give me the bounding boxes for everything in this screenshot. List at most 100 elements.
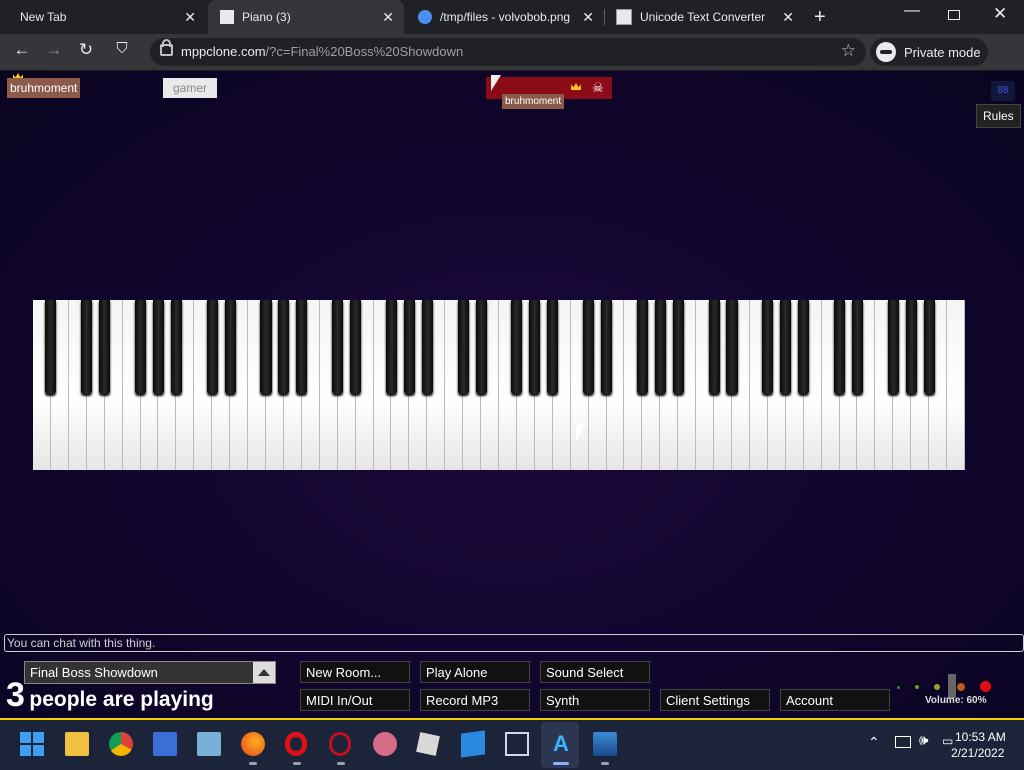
new-room-button[interactable]: New Room... bbox=[300, 661, 410, 683]
black-key[interactable] bbox=[475, 300, 487, 394]
firefox-icon[interactable] bbox=[241, 732, 265, 756]
photos-icon[interactable] bbox=[197, 732, 221, 756]
private-mode-badge[interactable]: Private mode bbox=[870, 38, 988, 66]
paint-icon[interactable] bbox=[373, 732, 397, 756]
black-key[interactable] bbox=[206, 300, 218, 394]
black-key[interactable] bbox=[672, 300, 684, 394]
black-key[interactable] bbox=[152, 300, 164, 394]
black-key[interactable] bbox=[511, 300, 523, 394]
volume-indicator-dot bbox=[915, 685, 919, 689]
play-alone-button[interactable]: Play Alone bbox=[420, 661, 530, 683]
black-key[interactable] bbox=[332, 300, 344, 394]
app-active-indicator bbox=[553, 762, 569, 765]
black-key[interactable] bbox=[780, 300, 792, 394]
address-bar[interactable]: mppclone.com/?c=Final%20Boss%20Showdown … bbox=[150, 38, 866, 66]
mouse-cursor-icon bbox=[576, 424, 586, 441]
clock-time[interactable]: 10:53 AM bbox=[955, 730, 1006, 744]
black-key[interactable] bbox=[224, 300, 236, 394]
new-tab-plus-icon[interactable]: + bbox=[814, 6, 826, 29]
black-key[interactable] bbox=[457, 300, 469, 394]
app-icon[interactable] bbox=[461, 730, 485, 758]
chrome-icon[interactable] bbox=[109, 732, 133, 756]
forward-arrow-icon[interactable]: → bbox=[42, 40, 66, 60]
close-tab-icon[interactable]: ✕ bbox=[582, 9, 594, 26]
tab-separator bbox=[604, 9, 605, 25]
file-explorer-icon[interactable] bbox=[65, 732, 89, 756]
close-tab-icon[interactable]: ✕ bbox=[382, 9, 394, 26]
black-key[interactable] bbox=[350, 300, 362, 394]
bookmark-star-icon[interactable]: ☆ bbox=[841, 41, 856, 61]
restore-icon[interactable] bbox=[948, 10, 960, 20]
record-mp3-button[interactable]: Record MP3 bbox=[420, 689, 530, 711]
white-key[interactable] bbox=[947, 300, 965, 470]
black-key[interactable] bbox=[887, 300, 899, 394]
black-key[interactable] bbox=[296, 300, 308, 394]
opera-icon[interactable] bbox=[285, 732, 307, 756]
close-window-icon[interactable]: ✕ bbox=[993, 4, 1007, 24]
tab-title: /tmp/files - volvobob.png bbox=[440, 10, 571, 24]
volume-indicator-dot bbox=[897, 686, 900, 689]
back-arrow-icon[interactable]: ← bbox=[10, 40, 34, 60]
black-key[interactable] bbox=[134, 300, 147, 394]
url-text[interactable]: mppclone.com/?c=Final%20Boss%20Showdown bbox=[181, 44, 463, 59]
arc-app-icon[interactable]: A bbox=[549, 732, 573, 756]
rules-button[interactable]: Rules bbox=[976, 104, 1021, 128]
black-key[interactable] bbox=[403, 300, 415, 394]
black-key[interactable] bbox=[278, 300, 290, 394]
shield-icon[interactable]: ⛉ bbox=[110, 40, 134, 57]
roblox-icon[interactable] bbox=[416, 732, 440, 756]
minimize-icon[interactable]: — bbox=[904, 2, 920, 20]
synth-button[interactable]: Synth bbox=[540, 689, 650, 711]
black-key[interactable] bbox=[923, 300, 935, 394]
player-tag-gamer[interactable]: gamer bbox=[163, 78, 218, 98]
image-viewer-icon[interactable] bbox=[593, 732, 617, 756]
sound-select-button[interactable]: Sound Select bbox=[540, 661, 650, 683]
speaker-icon[interactable]: 🕪 bbox=[919, 732, 928, 749]
client-settings-button[interactable]: Client Settings bbox=[660, 689, 770, 711]
black-key[interactable] bbox=[529, 300, 541, 394]
tab-title: Piano (3) bbox=[242, 10, 291, 24]
black-key[interactable] bbox=[905, 300, 917, 394]
black-key[interactable] bbox=[798, 300, 810, 394]
black-key[interactable] bbox=[170, 300, 182, 394]
black-key[interactable] bbox=[762, 300, 774, 394]
close-tab-icon[interactable]: ✕ bbox=[782, 9, 794, 26]
black-key[interactable] bbox=[851, 300, 863, 394]
chevron-up-icon[interactable] bbox=[253, 662, 275, 683]
reload-icon[interactable]: ↻ bbox=[74, 40, 98, 60]
tab-tmp-files[interactable]: /tmp/files - volvobob.png ✕ bbox=[406, 0, 602, 34]
display-icon[interactable] bbox=[895, 736, 911, 748]
black-key[interactable] bbox=[260, 300, 272, 394]
clock-date[interactable]: 2/21/2022 bbox=[951, 746, 1004, 760]
black-key[interactable] bbox=[547, 300, 559, 394]
store-icon[interactable] bbox=[153, 732, 177, 756]
black-key[interactable] bbox=[45, 300, 57, 394]
chevron-up-icon[interactable]: ⌃ bbox=[868, 734, 880, 751]
black-key[interactable] bbox=[726, 300, 738, 394]
black-key[interactable] bbox=[708, 300, 720, 394]
tab-piano[interactable]: Piano (3) ✕ bbox=[208, 0, 404, 34]
account-button[interactable]: Account bbox=[780, 689, 890, 711]
windows-start-icon[interactable] bbox=[20, 732, 44, 756]
black-key[interactable] bbox=[600, 300, 613, 394]
black-key[interactable] bbox=[81, 300, 93, 394]
player-tag-bruhmoment[interactable]: bruhmoment bbox=[7, 78, 81, 98]
black-key[interactable] bbox=[99, 300, 111, 394]
chat-input[interactable]: You can chat with this thing. bbox=[4, 634, 1024, 652]
black-key[interactable] bbox=[833, 300, 846, 394]
midi-button[interactable]: MIDI In/Out bbox=[300, 689, 410, 711]
black-key[interactable] bbox=[583, 300, 595, 394]
black-key[interactable] bbox=[385, 300, 397, 394]
opera-gx-icon[interactable] bbox=[329, 732, 351, 756]
tab-title: New Tab bbox=[20, 10, 67, 24]
tab-new-tab[interactable]: New Tab ✕ bbox=[0, 0, 206, 34]
black-key[interactable] bbox=[654, 300, 666, 394]
black-key[interactable] bbox=[421, 300, 433, 394]
3d-viewer-icon[interactable] bbox=[505, 732, 529, 756]
piano-keyboard[interactable] bbox=[33, 300, 965, 470]
user-badge-icon[interactable]: 88 bbox=[991, 81, 1015, 101]
black-key[interactable] bbox=[636, 300, 648, 394]
tab-unicode-converter[interactable]: Unicode Text Converter ✕ bbox=[606, 0, 802, 34]
url-host: mppclone.com bbox=[181, 44, 266, 59]
close-tab-icon[interactable]: ✕ bbox=[184, 9, 196, 26]
